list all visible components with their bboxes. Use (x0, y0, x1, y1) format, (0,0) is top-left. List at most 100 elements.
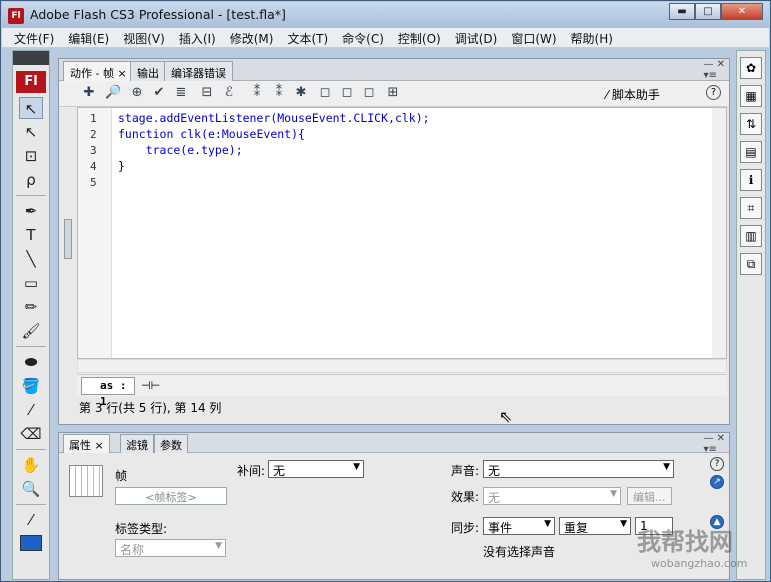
debug-options-icon[interactable]: ℰ (221, 85, 237, 101)
script-tab-as1[interactable]: as : 1 (81, 377, 135, 408)
maximize-button[interactable]: □ (695, 3, 721, 20)
frame-label-input[interactable]: <帧标签> (115, 487, 227, 505)
paint-bucket-tool-icon[interactable]: 🪣 (19, 375, 43, 397)
sync-select[interactable]: 事件 ▼ (483, 517, 555, 535)
subselection-tool-icon[interactable]: ↖ (19, 121, 43, 143)
effect-select[interactable]: 无 ▼ (483, 487, 621, 505)
tab-properties[interactable]: 属性 × (63, 434, 110, 453)
eyedropper-tool-icon[interactable]: ⁄ (19, 399, 43, 421)
sound-select[interactable]: 无 ▼ (483, 460, 674, 478)
right-panel-dock: ✿ ▦ ⇅ ▤ ℹ ⌗ ▥ ⧉ (736, 50, 766, 580)
stroke-color-icon[interactable]: ⁄ (19, 509, 43, 531)
fill-color-swatch[interactable] (20, 535, 42, 551)
ink-bottle-tool-icon[interactable]: ⬬ (19, 351, 43, 373)
tween-select[interactable]: 无 ▼ (268, 460, 364, 478)
vertical-scrollbar[interactable] (712, 108, 726, 358)
menu-commands[interactable]: 命令(C) (342, 28, 384, 49)
flash-app-icon: Fl (8, 8, 24, 24)
tool-divider (16, 195, 46, 196)
menu-insert[interactable]: 插入(I) (179, 28, 216, 49)
selection-tool-icon[interactable]: ↖ (19, 97, 43, 119)
menu-window[interactable]: 窗口(W) (511, 28, 556, 49)
horizontal-scrollbar[interactable] (77, 359, 727, 373)
menu-file[interactable]: 文件(F) (14, 28, 54, 49)
menu-control[interactable]: 控制(O) (398, 28, 441, 49)
help-icon[interactable]: ? (710, 457, 724, 471)
collapse-between-braces-icon[interactable]: ⁑ (249, 85, 265, 101)
edit-effect-button[interactable]: 编辑... (627, 487, 672, 505)
menu-modify[interactable]: 修改(M) (230, 28, 274, 49)
help-icon[interactable]: ? (706, 85, 721, 100)
code-line[interactable]: trace(e.type); (118, 143, 243, 157)
script-helper-button[interactable]: ⁄ 脚本助手 (606, 86, 660, 103)
menu-text[interactable]: 文本(T) (287, 28, 328, 49)
no-sound-selected-text: 没有选择声音 (483, 545, 556, 559)
check-syntax-icon[interactable]: ✔ (151, 85, 167, 101)
tab-output[interactable]: 输出 (130, 61, 166, 81)
apply-block-comment-icon[interactable]: ◻ (317, 85, 333, 101)
lasso-tool-icon[interactable]: ρ (19, 169, 43, 191)
collapse-selection-icon[interactable]: ⁑ (271, 85, 287, 101)
tab-filters[interactable]: 滤镜 (120, 434, 154, 453)
eraser-tool-icon[interactable]: ⌫ (19, 423, 43, 445)
menu-edit[interactable]: 编辑(E) (68, 28, 109, 49)
dropdown-arrow-icon: ▼ (620, 519, 627, 529)
code-line[interactable]: function clk(e:MouseEvent){ (118, 127, 305, 141)
toolbox-collapse-handle[interactable] (64, 219, 72, 259)
tab-actions-frame[interactable]: 动作 - 帧 × (63, 61, 134, 81)
info-icon[interactable]: ↗ (710, 475, 724, 489)
code-line[interactable]: } (118, 159, 125, 173)
line-tool-icon[interactable]: ╲ (19, 248, 43, 270)
close-button[interactable]: ✕ (721, 3, 763, 20)
brush-tool-icon[interactable]: 🖌 (19, 320, 43, 342)
info-panel-icon[interactable]: ℹ (740, 169, 762, 191)
hand-tool-icon[interactable]: ✋ (19, 454, 43, 476)
transform-panel-icon[interactable]: ⌗ (740, 197, 762, 219)
free-transform-tool-icon[interactable]: ⊡ (19, 145, 43, 167)
color-panel-icon[interactable]: ✿ (740, 57, 762, 79)
script-editor[interactable]: 1 2 3 4 5 stage.addEventListener(MouseEv… (77, 107, 727, 359)
add-statement-icon[interactable]: ✚ (81, 85, 97, 101)
library-panel-icon[interactable]: ▥ (740, 225, 762, 247)
cursor-position-status: 第 3 行(共 5 行), 第 14 列 (79, 401, 222, 415)
apply-line-comment-icon[interactable]: ◻ (339, 85, 355, 101)
components-panel-icon[interactable]: ⧉ (740, 253, 762, 275)
pin-script-icon[interactable]: ⊣⊢ (141, 379, 160, 392)
menu-debug[interactable]: 调试(D) (455, 28, 498, 49)
auto-format-icon[interactable]: ≣ (173, 85, 189, 101)
panel-options-icon[interactable]: — ✕ ▾≡ (703, 433, 725, 455)
pencil-tool-icon[interactable]: ✏ (19, 296, 43, 318)
zoom-tool-icon[interactable]: 🔍 (19, 478, 43, 500)
tool-divider (16, 449, 46, 450)
align-left-icon[interactable]: ▤ (740, 141, 762, 163)
tween-label: 补间: (237, 464, 266, 478)
find-icon[interactable]: 🔎 (105, 85, 121, 101)
label-type-select[interactable]: 名称 ▼ (115, 539, 226, 557)
remove-comment-icon[interactable]: ◻ (361, 85, 377, 101)
code-line[interactable]: stage.addEventListener(MouseEvent.CLICK,… (118, 111, 430, 125)
dropdown-arrow-icon: ▼ (215, 541, 222, 551)
dropdown-arrow-icon: ▼ (663, 462, 670, 472)
rectangle-tool-icon[interactable]: ▭ (19, 272, 43, 294)
swatches-panel-icon[interactable]: ▦ (740, 85, 762, 107)
minimize-button[interactable]: ▬ (669, 3, 695, 20)
text-tool-icon[interactable]: T (19, 224, 43, 246)
show-hide-toolbox-icon[interactable]: ⊞ (385, 85, 401, 101)
tool-divider (16, 504, 46, 505)
expand-all-icon[interactable]: ✱ (293, 85, 309, 101)
menu-help[interactable]: 帮助(H) (571, 28, 613, 49)
panel-options-icon[interactable]: — ✕ ▾≡ (703, 59, 725, 81)
label-type-label: 标签类型: (115, 522, 168, 536)
tab-compiler-errors[interactable]: 编译器错误 (164, 61, 233, 81)
tools-panel-header[interactable] (13, 51, 49, 65)
align-panel-icon[interactable]: ⇅ (740, 113, 762, 135)
code-hint-icon[interactable]: ⊟ (199, 85, 215, 101)
repeat-select[interactable]: 重复 ▼ (559, 517, 631, 535)
tab-parameters[interactable]: 参数 (154, 434, 188, 453)
pen-tool-icon[interactable]: ✒ (19, 200, 43, 222)
effect-value: 无 (488, 491, 501, 505)
insert-target-path-icon[interactable]: ⊕ (129, 85, 145, 101)
line-number: 2 (90, 128, 97, 141)
menu-view[interactable]: 视图(V) (123, 28, 165, 49)
frame-label: 帧 (115, 469, 128, 483)
